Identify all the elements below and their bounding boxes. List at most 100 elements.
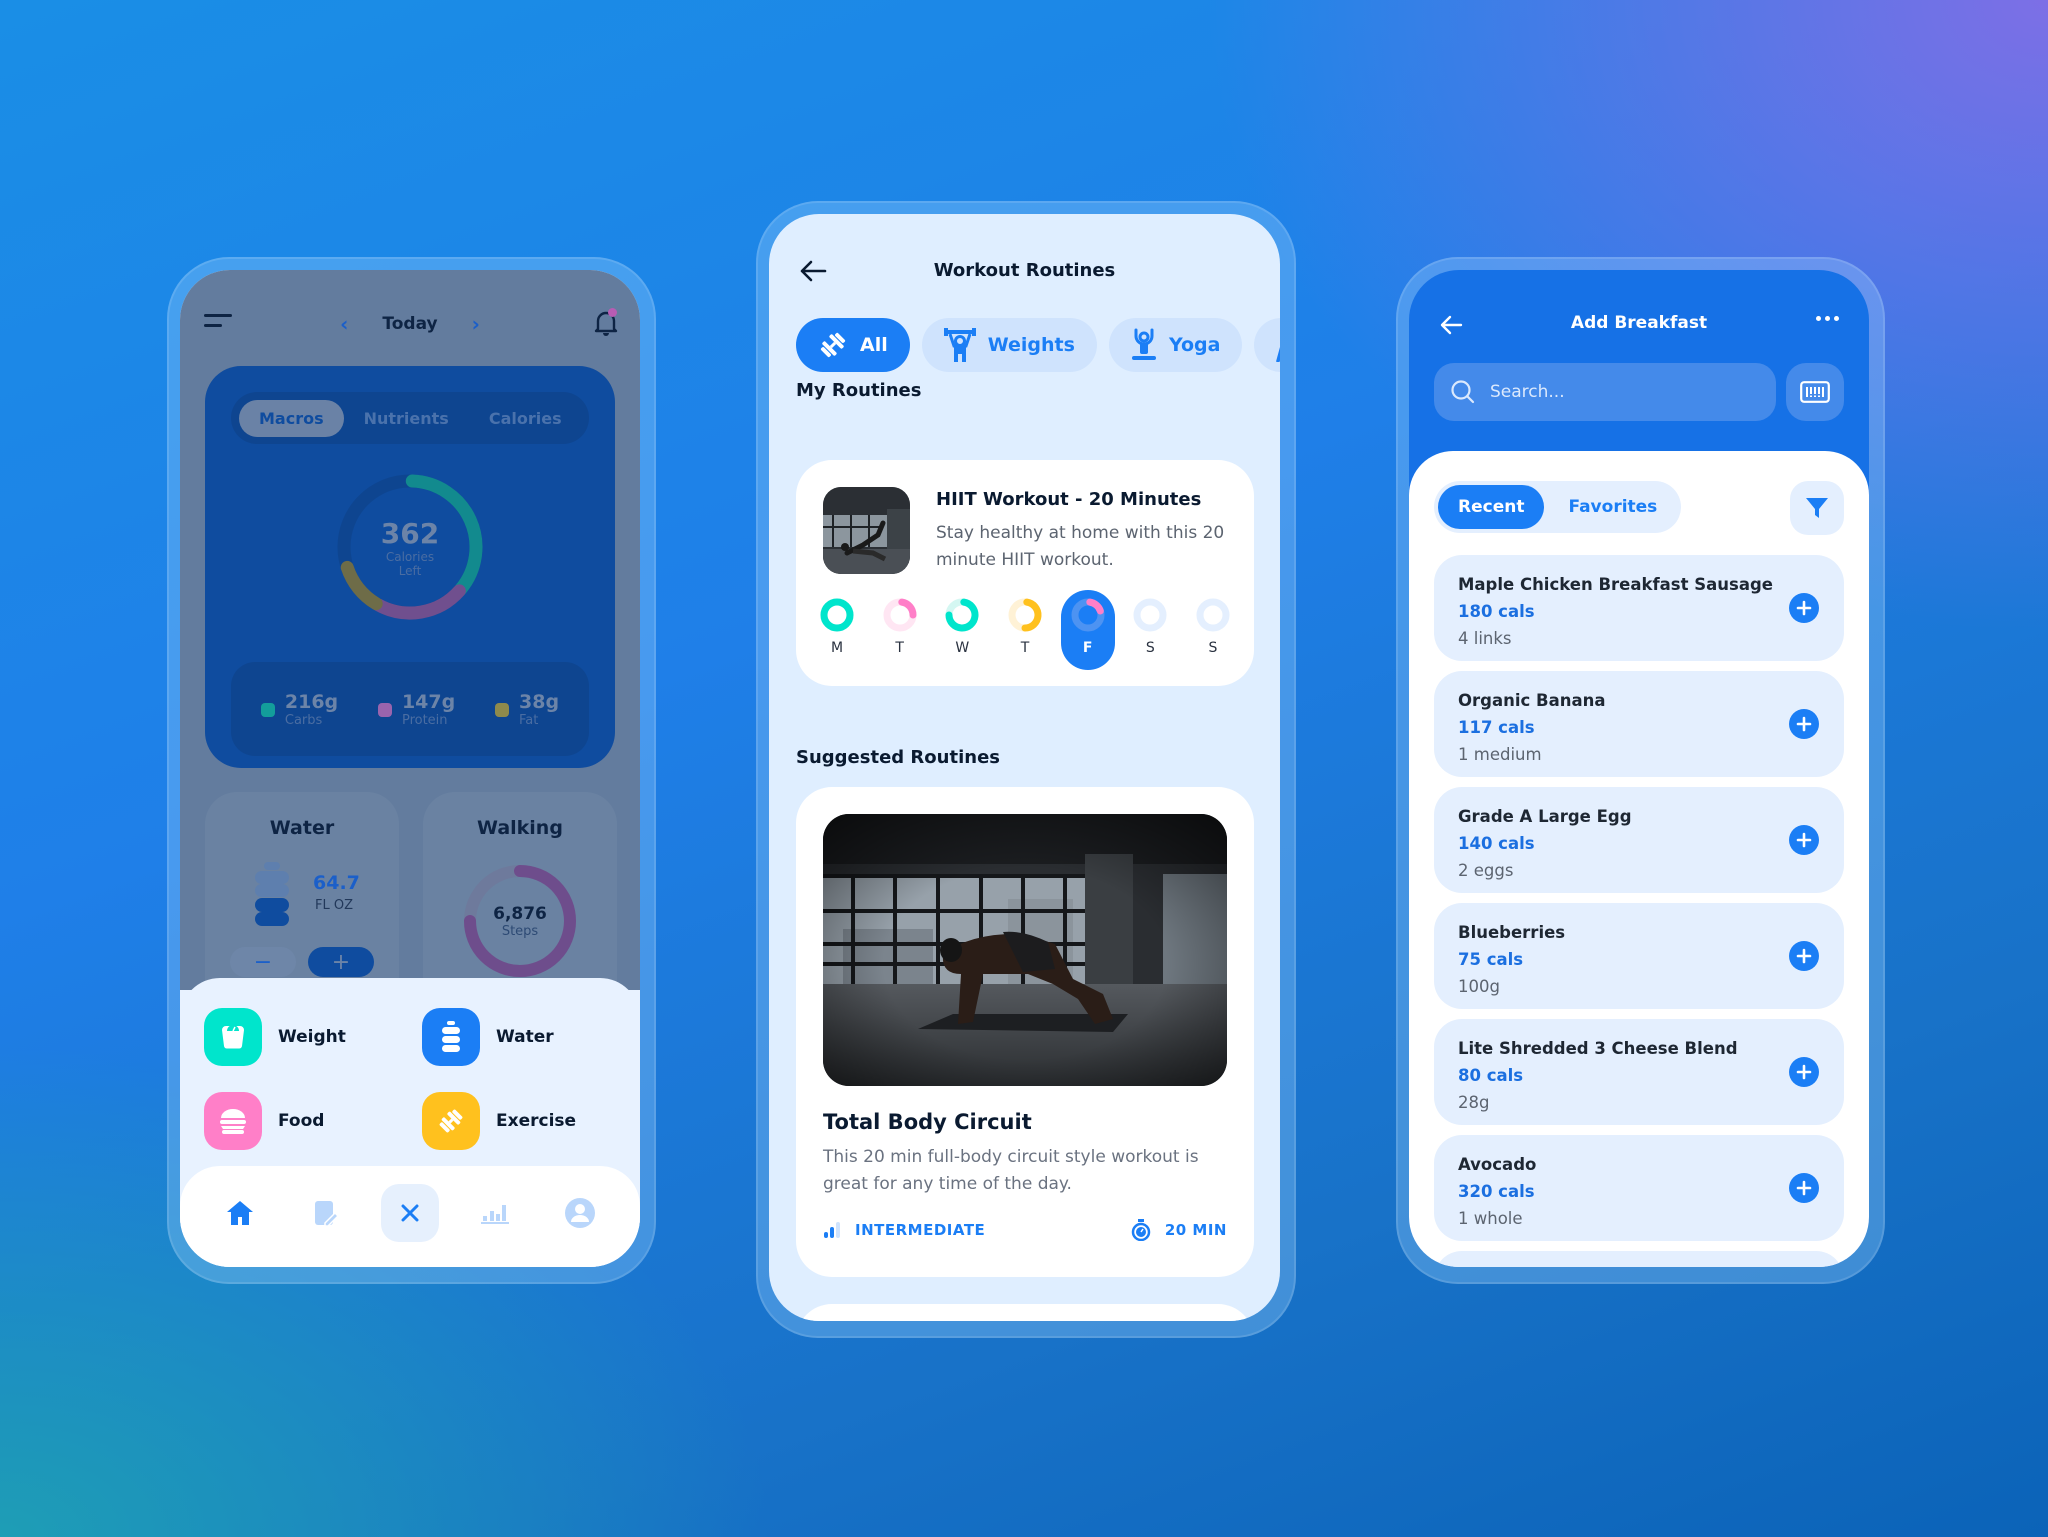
day-label: M [830,640,844,656]
weekly-progress: MTWTFSS [810,590,1240,670]
food-item[interactable]: Blueberries 75 cals 100g [1434,903,1844,1009]
calories-left: 362 Calories Left [335,472,485,622]
bell-icon[interactable] [592,308,620,338]
quick-add-weight[interactable]: Weight [204,1008,346,1066]
duration-label: 20 MIN [1164,1221,1227,1239]
water-increase-button[interactable]: + [308,947,374,977]
day-progress-ring [945,598,979,632]
water-value: 64.7 [313,872,360,894]
dimmed-dashboard: ‹ Today › Macros Nutrients Calories 362 … [180,270,640,1012]
chip-weights[interactable]: Weights [921,318,1097,372]
barcode-scan-button[interactable] [1786,363,1844,421]
yoga-icon [1131,328,1156,360]
chip-yoga[interactable]: Yoga [1108,318,1243,372]
food-item[interactable]: Organic Banana 117 cals 1 medium [1434,671,1844,777]
food-serving: 2 eggs [1458,861,1514,880]
nav-stats[interactable] [466,1184,524,1242]
close-icon [401,1204,419,1221]
add-breakfast-screen: Add Breakfast Search... Recent Favorites… [1409,270,1869,1267]
next-routine-card[interactable] [796,1304,1254,1321]
food-item[interactable]: Grade A Large Egg 140 cals 2 eggs [1434,787,1844,893]
difficulty-bars-icon [824,1222,840,1238]
day-4[interactable]: F [1060,590,1115,670]
dumbbell-icon [422,1092,480,1150]
quick-add-exercise[interactable]: Exercise [422,1092,576,1150]
day-label: W [955,640,970,656]
day-6[interactable]: S [1186,590,1240,670]
food-name: Avocado [1458,1155,1537,1174]
food-name: Blueberries [1458,923,1566,942]
food-item-partial[interactable] [1434,1251,1844,1267]
suggested-routine-card[interactable]: Total Body Circuit This 20 min full-body… [796,787,1254,1277]
add-food-button[interactable] [1789,593,1819,623]
barcode-icon [1800,381,1830,403]
nav-profile[interactable] [551,1184,609,1242]
chevron-right-icon[interactable]: › [472,312,480,336]
day-5[interactable]: S [1123,590,1177,670]
day-ring-progress [897,598,917,619]
bottle-icon [422,1008,480,1066]
dashboard-phone: ‹ Today › Macros Nutrients Calories 362 … [167,257,656,1284]
walking-title: Walking [477,817,563,839]
water-bottle-icon [255,862,289,926]
day-progress-ring [883,598,917,632]
chip-yoga-label: Yoga [1168,334,1221,356]
day-label: S [1145,640,1155,656]
routine-card[interactable]: HIIT Workout - 20 Minutes Stay healthy a… [796,460,1254,686]
day-0[interactable]: M [810,590,864,670]
food-item[interactable]: Avocado 320 cals 1 whole [1434,1135,1844,1241]
food-item[interactable]: Lite Shredded 3 Cheese Blend 80 cals 28g [1434,1019,1844,1125]
day-ring-progress [820,598,854,632]
water-unit: FL OZ [315,898,353,913]
calories-left-label-2: Left [398,563,422,578]
water-decrease-button[interactable]: − [230,947,296,977]
tab-nutrients[interactable]: Nutrients [344,400,469,437]
chip-all[interactable]: All [796,318,910,372]
stats-icon [480,1204,509,1224]
add-food-button[interactable] [1789,941,1819,971]
page-title: Workout Routines [933,260,1116,281]
add-food-button[interactable] [1789,1173,1819,1203]
routine-name: HIIT Workout - 20 Minutes [936,489,1202,510]
more-options-icon[interactable] [1816,316,1839,321]
add-food-button[interactable] [1789,1057,1819,1087]
nav-diary[interactable] [296,1184,354,1242]
steps-label: Steps [501,923,539,939]
day-label: T [1020,640,1030,656]
toggle-recent[interactable]: Recent [1438,485,1545,529]
plus-icon [1796,716,1812,732]
filter-button[interactable] [1790,481,1844,535]
quick-add-food[interactable]: Food [204,1092,324,1150]
food-search-input[interactable]: Search... [1434,363,1776,421]
dumbbell-icon [820,332,846,358]
quick-add-food-label: Food [278,1111,325,1131]
day-3[interactable]: T [998,590,1052,670]
plus-icon [1796,600,1812,616]
day-2[interactable]: W [935,590,989,670]
food-serving: 4 links [1458,629,1512,648]
chip-boxing[interactable] [1254,318,1280,372]
add-food-button[interactable] [1789,709,1819,739]
search-placeholder: Search... [1490,382,1565,402]
tab-calories[interactable]: Calories [469,400,582,437]
tab-macros[interactable]: Macros [239,399,344,437]
suggested-routine-name: Total Body Circuit [823,1110,1032,1134]
fat-label: Fat [519,712,539,728]
chevron-left-icon[interactable]: ‹ [340,312,348,336]
date-label: Today [382,314,438,334]
quick-add-water[interactable]: Water [422,1008,554,1066]
nav-home[interactable] [211,1184,269,1242]
boxing-icon [1276,348,1280,362]
day-1[interactable]: T [873,590,927,670]
day-ring-track [1196,598,1230,632]
food-calories: 75 cals [1458,950,1524,969]
burger-icon [204,1092,262,1150]
nav-close-quick-add[interactable] [380,1183,439,1242]
add-food-button[interactable] [1789,825,1819,855]
diary-icon [315,1200,340,1227]
day-ring-progress [1021,598,1042,632]
carbs-label: Carbs [284,712,323,728]
food-item[interactable]: Maple Chicken Breakfast Sausage 180 cals 4… [1434,555,1844,661]
quick-add-weight-label: Weight [278,1027,346,1047]
toggle-favorites[interactable]: Favorites [1548,485,1677,529]
